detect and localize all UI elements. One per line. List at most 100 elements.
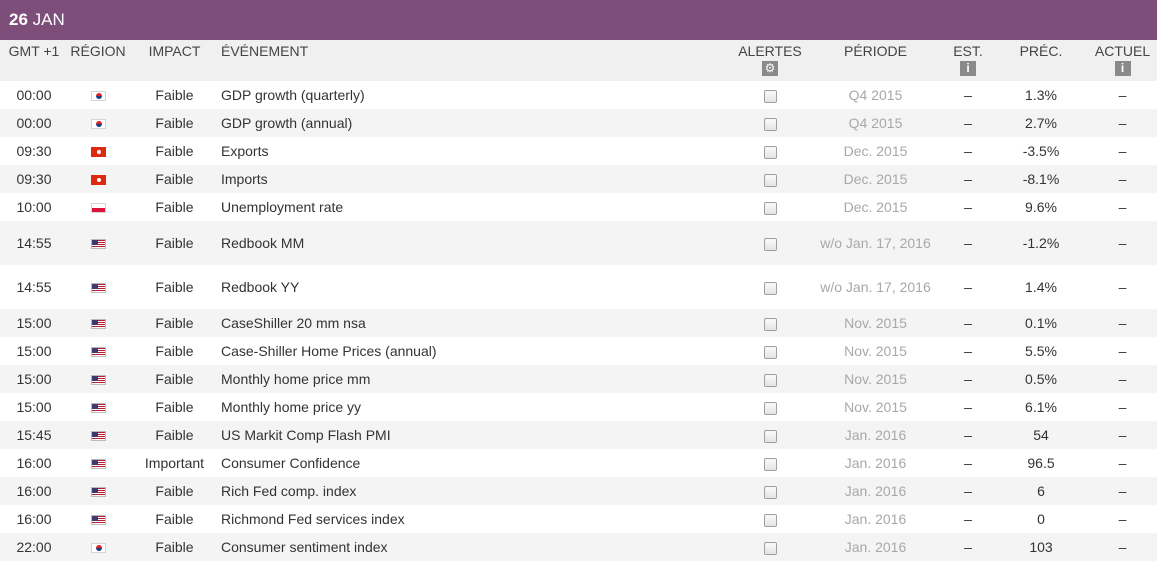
event-time: 14:55 [16,235,52,251]
event-period: Jan. 2016 [844,511,907,527]
event-alert [731,421,809,449]
event-name[interactable]: Consumer sentiment index [221,533,731,561]
event-estimate: – [964,87,972,103]
event-actual: – [1118,427,1127,443]
event-time: 15:00 [16,315,52,331]
event-time: 14:55 [16,279,52,295]
event-period: Jan. 2016 [844,539,907,555]
alert-checkbox[interactable] [763,317,777,331]
event-time: 00:00 [16,115,52,131]
info-icon[interactable]: i [1114,61,1131,76]
event-alert [731,393,809,421]
alert-checkbox[interactable] [763,89,777,103]
event-name[interactable]: CaseShiller 20 mm nsa [221,309,731,337]
poland-flag-icon [90,203,106,214]
day-month: JAN [32,10,65,29]
event-actual: – [1118,399,1127,415]
event-estimate: – [964,235,972,251]
united-states-flag-icon [90,403,106,414]
event-name[interactable]: Rich Fed comp. index [221,477,731,505]
event-name[interactable]: Richmond Fed services index [221,505,731,533]
alert-checkbox[interactable] [763,117,777,131]
event-previous: 0.5% [1025,371,1057,387]
col-event[interactable]: ÉVÉNEMENT [221,40,731,81]
event-region [68,137,128,165]
table-row[interactable]: 15:00 Faible Monthly home price mm Nov. 201… [0,365,1157,393]
united-states-flag-icon [90,459,106,470]
event-impact: Faible [155,427,194,443]
col-impact[interactable]: IMPACT [128,40,221,81]
col-period[interactable]: PÉRIODE [809,40,942,81]
table-row[interactable]: 15:00 Faible CaseShiller 20 mm nsa Nov. 201… [0,309,1157,337]
col-time[interactable]: GMT +1 [0,40,68,81]
table-row[interactable]: 00:00 Faible GDP growth (quarterly) Q4 2015… [0,81,1157,109]
alert-checkbox[interactable] [763,173,777,187]
col-est-label: EST. [953,43,983,59]
event-region [68,81,128,109]
event-name[interactable]: GDP growth (quarterly) [221,81,731,109]
table-row[interactable]: 16:00 Faible Richmond Fed services index Ja… [0,505,1157,533]
event-time: 22:00 [16,539,52,555]
table-row[interactable]: 22:00 Faible Consumer sentiment index Jan. … [0,533,1157,561]
event-previous: 9.6% [1025,199,1057,215]
alert-checkbox[interactable] [763,345,777,359]
day-header: 26 JAN [0,0,1157,40]
united-states-flag-icon [90,375,106,386]
table-row[interactable]: 16:00 Faible Rich Fed comp. index Jan. 2016… [0,477,1157,505]
alert-checkbox[interactable] [763,457,777,471]
event-actual: – [1118,171,1127,187]
alert-checkbox[interactable] [763,145,777,159]
table-row[interactable]: 16:00 Important Consumer Confidence Jan. 20… [0,449,1157,477]
event-name[interactable]: US Markit Comp Flash PMI [221,421,731,449]
event-name[interactable]: Exports [221,137,731,165]
table-row[interactable]: 14:55 Faible Redbook YY w/o Jan. 17, 2016 – 1… [0,265,1157,309]
table-row[interactable]: 15:45 Faible US Markit Comp Flash PMI Jan. … [0,421,1157,449]
table-row[interactable]: 15:00 Faible Case-Shiller Home Prices (ann… [0,337,1157,365]
event-region [68,337,128,365]
event-estimate: – [964,399,972,415]
event-actual: – [1118,115,1127,131]
table-row[interactable]: 15:00 Faible Monthly home price yy Nov. 201… [0,393,1157,421]
alert-checkbox[interactable] [763,401,777,415]
table-row[interactable]: 10:00 Faible Unemployment rate Dec. 2015 – 9.… [0,193,1157,221]
alert-checkbox[interactable] [763,237,777,251]
alert-checkbox[interactable] [763,513,777,527]
alert-checkbox[interactable] [763,485,777,499]
table-row[interactable]: 14:55 Faible Redbook MM w/o Jan. 17, 2016 – -… [0,221,1157,265]
event-region [68,505,128,533]
event-estimate: – [964,171,972,187]
event-name[interactable]: Redbook MM [221,221,731,265]
united-states-flag-icon [90,515,106,526]
event-impact: Faible [155,483,194,499]
event-time: 16:00 [16,511,52,527]
event-estimate: – [964,455,972,471]
event-name[interactable]: Consumer Confidence [221,449,731,477]
alert-checkbox[interactable] [763,373,777,387]
united-states-flag-icon [90,239,106,250]
event-name[interactable]: Case-Shiller Home Prices (annual) [221,337,731,365]
alert-checkbox[interactable] [763,281,777,295]
event-estimate: – [964,279,972,295]
alert-checkbox[interactable] [763,429,777,443]
event-name[interactable]: Unemployment rate [221,193,731,221]
event-name[interactable]: Redbook YY [221,265,731,309]
col-region[interactable]: RÉGION [68,40,128,81]
event-name[interactable]: Monthly home price yy [221,393,731,421]
col-est: EST. i [942,40,994,81]
alert-checkbox[interactable] [763,201,777,215]
alert-checkbox[interactable] [763,541,777,555]
gear-icon[interactable]: ⚙ [762,61,778,76]
event-alert [731,81,809,109]
info-icon[interactable]: i [960,61,976,76]
col-prev[interactable]: PRÉC. [994,40,1088,81]
table-row[interactable]: 09:30 Faible Imports Dec. 2015 – -8.1% – [0,165,1157,193]
event-region [68,265,128,309]
table-row[interactable]: 00:00 Faible GDP growth (annual) Q4 2015 – 2.… [0,109,1157,137]
event-period: Q4 2015 [848,115,903,131]
event-name[interactable]: GDP growth (annual) [221,109,731,137]
event-region [68,449,128,477]
event-name[interactable]: Imports [221,165,731,193]
table-row[interactable]: 09:30 Faible Exports Dec. 2015 – -3.5% – [0,137,1157,165]
event-actual: – [1118,279,1127,295]
event-name[interactable]: Monthly home price mm [221,365,731,393]
